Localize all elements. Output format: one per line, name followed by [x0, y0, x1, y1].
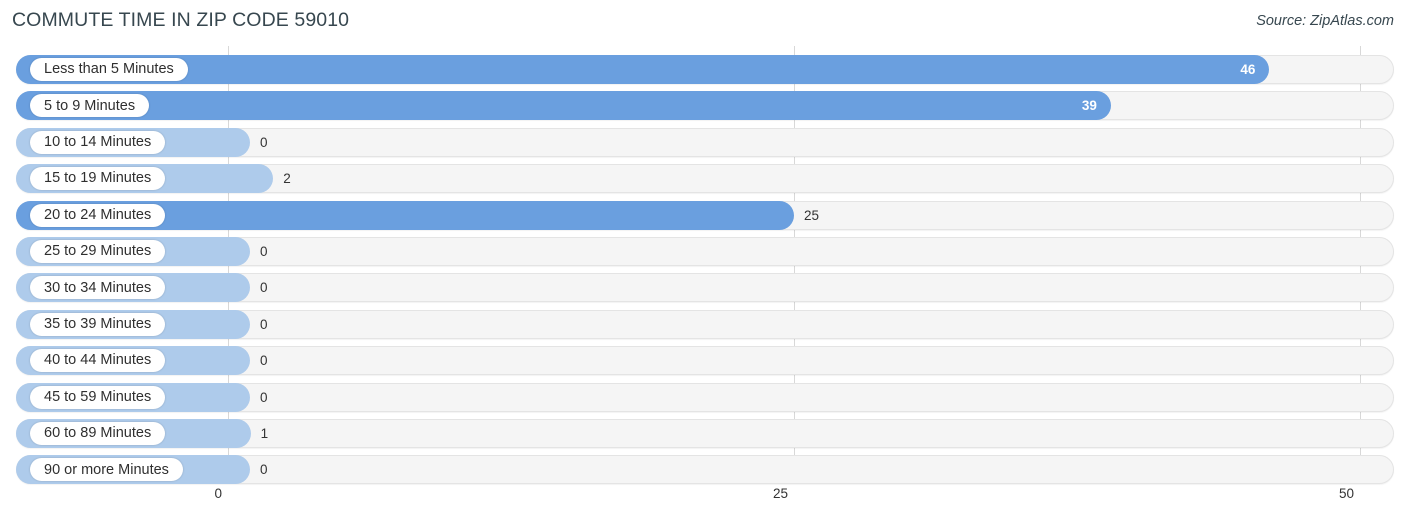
category-label-text: 40 to 44 Minutes: [44, 352, 152, 369]
category-label-pill: 25 to 29 Minutes: [30, 240, 166, 263]
bar-value-label: 0: [260, 280, 268, 296]
bar-row[interactable]: 30 to 34 Minutes 0: [16, 273, 1394, 303]
category-label-pill: 15 to 19 Minutes: [30, 167, 166, 191]
bar-row[interactable]: 46 Less than 5 Minutes: [16, 55, 1394, 84]
bar-value-label: 0: [260, 134, 268, 150]
category-label-pill: 30 to 34 Minutes: [30, 276, 166, 300]
category-label-pill: 90 or more Minutes: [30, 458, 183, 482]
bar-value-label: 0: [260, 389, 268, 405]
bar-value-label: 0: [260, 244, 268, 259]
bar-value-label: 2: [283, 171, 291, 187]
category-label-pill: 35 to 39 Minutes: [30, 312, 166, 336]
category-label-pill: 45 to 59 Minutes: [30, 385, 166, 409]
category-label-text: 20 to 24 Minutes: [44, 206, 152, 223]
bar-row[interactable]: 40 to 44 Minutes 0: [16, 346, 1394, 376]
bar-row[interactable]: 90 or more Minutes 0: [16, 455, 1394, 485]
bar-fill[interactable]: 39: [16, 91, 1111, 121]
bar-value-label: 39: [1081, 98, 1097, 114]
bar-row[interactable]: 60 to 89 Minutes 1: [16, 419, 1394, 448]
category-label-text: 45 to 59 Minutes: [44, 388, 152, 405]
category-label-text: 15 to 19 Minutes: [44, 170, 152, 187]
category-label-text: 35 to 39 Minutes: [44, 316, 152, 333]
category-label-text: 10 to 14 Minutes: [44, 134, 152, 151]
bar-row[interactable]: 15 to 19 Minutes 2: [16, 164, 1394, 194]
category-label-text: Less than 5 Minutes: [44, 61, 174, 78]
bar-value-label: 25: [804, 207, 820, 223]
bar-row[interactable]: 45 to 59 Minutes 0: [16, 382, 1394, 412]
bar-value-label: 0: [260, 316, 268, 332]
category-label-pill: 20 to 24 Minutes: [30, 203, 166, 227]
x-axis: 0 25 50: [0, 484, 1406, 524]
category-label-pill: 60 to 89 Minutes: [30, 422, 166, 445]
category-label-text: 90 or more Minutes: [44, 461, 169, 478]
category-label-pill: 40 to 44 Minutes: [30, 349, 166, 373]
bar-value-label: 1: [260, 426, 269, 441]
page-title: COMMUTE TIME IN ZIP CODE 59010: [12, 9, 350, 31]
category-label-pill: Less than 5 Minutes: [30, 58, 188, 81]
x-axis-tick-label: 25: [772, 486, 788, 501]
x-axis-tick-label: 50: [1338, 486, 1354, 501]
x-axis-tick-label: 0: [214, 486, 222, 501]
category-label-text: 60 to 89 Minutes: [44, 425, 152, 442]
category-label-text: 5 to 9 Minutes: [44, 97, 136, 114]
bar-row[interactable]: 35 to 39 Minutes 0: [16, 309, 1394, 339]
category-label-pill: 5 to 9 Minutes: [30, 94, 150, 118]
bar-row[interactable]: 25 to 29 Minutes 0: [16, 237, 1394, 266]
commute-time-bar-chart: COMMUTE TIME IN ZIP CODE 59010 Source: Z…: [0, 0, 1406, 524]
source-attribution: Source: ZipAtlas.com: [1256, 13, 1394, 29]
bar-value-label: 0: [260, 353, 268, 369]
category-label-text: 30 to 34 Minutes: [44, 279, 152, 296]
category-label-text: 25 to 29 Minutes: [44, 243, 152, 260]
bar-fill[interactable]: 46: [16, 55, 1270, 84]
bar-value-label: 46: [1240, 62, 1256, 77]
bar-row[interactable]: 39 5 to 9 Minutes: [16, 91, 1394, 121]
bar-value-label: 0: [260, 462, 268, 478]
bar-row[interactable]: 10 to 14 Minutes 0: [16, 127, 1394, 157]
category-label-pill: 10 to 14 Minutes: [30, 130, 166, 154]
plot-area: 46 Less than 5 Minutes 39 5 to 9 Minutes 10 …: [0, 46, 1406, 485]
bar-row[interactable]: 20 to 24 Minutes 25: [16, 200, 1394, 230]
